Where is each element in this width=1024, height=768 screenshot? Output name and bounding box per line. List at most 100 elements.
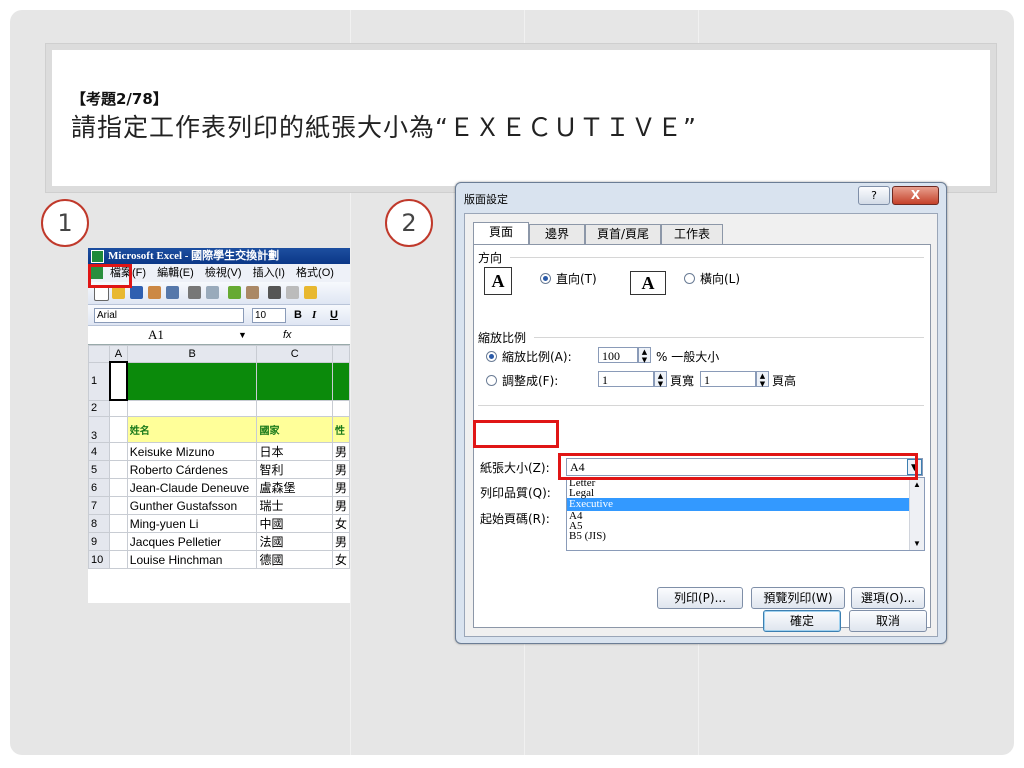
print-icon[interactable] <box>188 286 201 299</box>
paper-size-list: Letter Legal Executive A4 A5 B5 (JIS) ▲ … <box>566 477 925 551</box>
header-cell-country[interactable]: 國家 <box>256 416 333 443</box>
menu-edit[interactable]: 編輯(E) <box>157 267 194 279</box>
question-number: 【考題2/78】 <box>71 90 168 108</box>
list-item-selected[interactable]: Executive <box>567 498 924 511</box>
table-cell[interactable]: Ming-yuen Li <box>126 514 258 533</box>
question-text: 請指定工作表列印的紙張大小為“ＥＸＥＣＵＴＩＶＥ” <box>71 113 697 142</box>
italic-button[interactable]: I <box>312 305 316 325</box>
underline-button[interactable]: U <box>330 305 338 325</box>
fit-tall-spinner[interactable]: ▲ ▼ <box>756 371 769 388</box>
table-cell[interactable]: 德國 <box>256 550 333 569</box>
name-box[interactable]: A1 <box>148 326 164 344</box>
list-item[interactable]: A5 <box>567 521 924 532</box>
table-cell[interactable]: Jean-Claude Deneuve <box>126 478 258 497</box>
fit-to-radio[interactable] <box>486 375 497 386</box>
header-cell-name[interactable]: 姓名 <box>126 416 258 443</box>
first-page-label: 起始頁碼(R): <box>480 512 550 526</box>
email-icon[interactable] <box>166 286 179 299</box>
column-header-c[interactable]: C <box>256 345 333 363</box>
new-icon[interactable] <box>94 286 109 301</box>
help-button[interactable]: ? <box>858 186 890 205</box>
table-cell[interactable]: 盧森堡 <box>256 478 333 497</box>
fit-wide-spinner[interactable]: ▲ ▼ <box>654 371 667 388</box>
name-box-dropdown-icon[interactable]: ▼ <box>238 326 247 344</box>
fit-to-label[interactable]: 調整成(F): <box>502 372 558 389</box>
tab-sheet[interactable]: 工作表 <box>661 224 723 244</box>
row-header[interactable]: 4 <box>88 442 111 461</box>
spelling-icon[interactable] <box>228 286 241 299</box>
step-1-marker: 1 <box>41 199 89 247</box>
table-cell[interactable]: Roberto Cárdenes <box>126 460 258 479</box>
row-header[interactable]: 6 <box>88 478 111 497</box>
landscape-label[interactable]: 橫向(L) <box>700 270 740 287</box>
copy-icon[interactable] <box>286 286 299 299</box>
scaling-label: 縮放比例 <box>478 331 527 345</box>
ok-button[interactable]: 確定 <box>763 610 841 632</box>
menu-format[interactable]: 格式(O) <box>296 267 334 279</box>
row-header[interactable]: 3 <box>88 416 111 443</box>
active-cell-a1[interactable] <box>108 361 129 401</box>
menu-insert[interactable]: 插入(I) <box>253 267 285 279</box>
column-header-a[interactable]: A <box>109 345 128 363</box>
portrait-label[interactable]: 直向(T) <box>556 270 597 287</box>
fit-wide-input[interactable]: 1 <box>598 371 654 387</box>
research-icon[interactable] <box>246 286 259 299</box>
paste-icon[interactable] <box>304 286 317 299</box>
scroll-up-icon[interactable]: ▲ <box>910 480 924 489</box>
row-header[interactable]: 1 <box>88 361 111 401</box>
table-cell[interactable]: 智利 <box>256 460 333 479</box>
menu-view[interactable]: 檢視(V) <box>205 267 242 279</box>
landscape-radio[interactable] <box>684 273 695 284</box>
table-cell[interactable]: Gunther Gustafsson <box>126 496 258 515</box>
options-button[interactable]: 選項(O)... <box>851 587 925 609</box>
bold-button[interactable]: B <box>294 305 302 325</box>
function-icon[interactable]: fx <box>283 326 292 344</box>
table-cell[interactable] <box>256 361 333 401</box>
row-header[interactable]: 9 <box>88 532 111 551</box>
font-size-box[interactable]: 10 <box>252 308 286 323</box>
row-header[interactable]: 2 <box>88 399 111 417</box>
table-cell[interactable]: 中國 <box>256 514 333 533</box>
adjust-to-radio[interactable] <box>486 351 497 362</box>
adjust-to-input[interactable]: 100 <box>598 347 638 363</box>
close-button[interactable]: X <box>892 186 939 205</box>
adjust-to-spinner[interactable]: ▲ ▼ <box>638 347 651 364</box>
adjust-to-label[interactable]: 縮放比例(A): <box>502 348 572 365</box>
fit-wide-suffix: 頁寬 <box>670 374 695 388</box>
table-cell[interactable]: Louise Hinchman <box>126 550 258 569</box>
tab-page[interactable]: 頁面 <box>473 222 529 245</box>
table-cell[interactable] <box>126 361 258 401</box>
table-cell[interactable]: 瑞士 <box>256 496 333 515</box>
list-item[interactable]: B5 (JIS) <box>567 531 924 542</box>
list-item[interactable]: Legal <box>567 488 924 499</box>
cut-icon[interactable] <box>268 286 281 299</box>
table-cell[interactable]: 法國 <box>256 532 333 551</box>
tab-margins[interactable]: 邊界 <box>529 224 585 244</box>
tab-header-footer[interactable]: 頁首/頁尾 <box>585 224 661 244</box>
cancel-button[interactable]: 取消 <box>849 610 927 632</box>
fit-tall-input[interactable]: 1 <box>700 371 756 387</box>
column-header-b[interactable]: B <box>126 345 258 363</box>
row-header[interactable]: 10 <box>88 550 111 569</box>
permission-icon[interactable] <box>148 286 161 299</box>
print-preview-icon[interactable] <box>206 286 219 299</box>
table-cell[interactable]: Keisuke Mizuno <box>126 442 258 461</box>
excel-app-icon[interactable] <box>91 250 104 263</box>
excel-window-title: Microsoft Excel - 國際學生交換計劃 <box>108 250 280 262</box>
table-cell[interactable]: 日本 <box>256 442 333 461</box>
list-item[interactable]: A4 <box>567 511 924 522</box>
row-header[interactable]: 5 <box>88 460 111 479</box>
list-scrollbar[interactable]: ▲ ▼ <box>909 478 924 550</box>
portrait-radio[interactable] <box>540 273 551 284</box>
orientation-label: 方向 <box>478 251 503 265</box>
font-name-box[interactable]: Arial <box>94 308 244 323</box>
question-box: 【考題2/78】 請指定工作表列印的紙張大小為“ＥＸＥＣＵＴＩＶＥ” <box>45 43 997 193</box>
table-cell[interactable]: Jacques Pelletier <box>126 532 258 551</box>
print-quality-label: 列印品質(Q): <box>480 486 551 500</box>
print-button[interactable]: 列印(P)... <box>657 587 743 609</box>
select-all-corner[interactable] <box>88 345 111 363</box>
print-preview-button[interactable]: 預覽列印(W) <box>751 587 845 609</box>
row-header[interactable]: 7 <box>88 496 111 515</box>
row-header[interactable]: 8 <box>88 514 111 533</box>
scroll-down-icon[interactable]: ▼ <box>910 539 924 548</box>
